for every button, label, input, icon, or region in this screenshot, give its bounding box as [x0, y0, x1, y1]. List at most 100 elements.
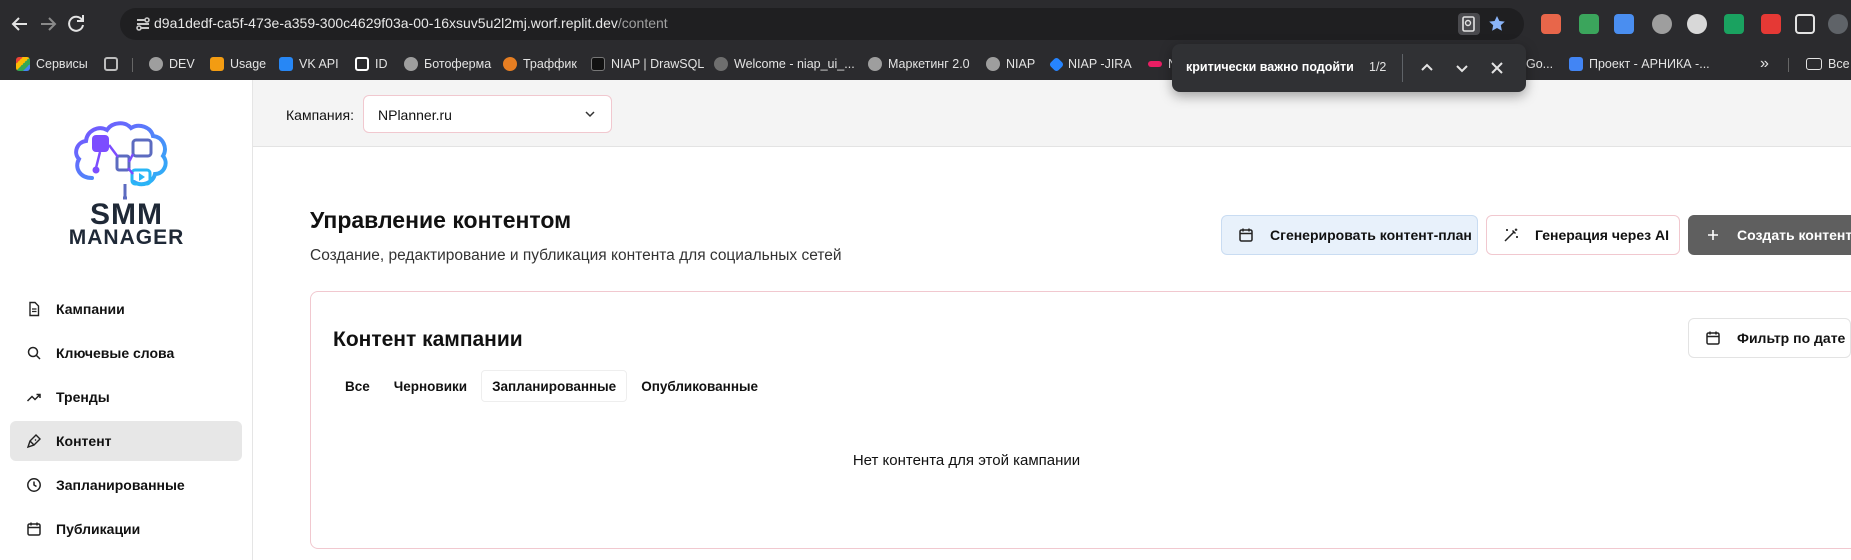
extension-record-icon[interactable]	[1724, 14, 1744, 34]
extension-gift-icon[interactable]	[1761, 14, 1781, 34]
back-button[interactable]	[8, 12, 32, 36]
folder-icon	[1806, 58, 1822, 70]
reload-icon	[68, 15, 84, 32]
bookmark-item[interactable]: Проект - АРНИКА -...	[1569, 54, 1710, 74]
bookmark-item[interactable]: DEV	[149, 54, 195, 74]
bookmark-item[interactable]: Usage	[210, 54, 266, 74]
sidebar-item-scheduled[interactable]: Запланированные	[10, 465, 242, 505]
bookmark-label: Usage	[230, 57, 267, 71]
trending-icon	[26, 393, 41, 402]
address-bar[interactable]: d9a1dedf-ca5f-473e-a359-300c4629f03a-00-…	[120, 8, 1524, 40]
tab-drafts[interactable]: Черновики	[384, 370, 477, 402]
main-content: Управление контентом Создание, редактиро…	[253, 147, 1851, 560]
bookmarks-bar: Сервисы DEV Usage VK API ID Ботоферма Тр	[0, 48, 1851, 80]
campaign-select[interactable]: NPlanner.ru	[363, 95, 612, 133]
find-close-button[interactable]	[1485, 56, 1509, 80]
find-count: 1/2	[1369, 60, 1387, 74]
find-divider	[1402, 54, 1403, 82]
extension-cloud-icon[interactable]	[1687, 14, 1707, 34]
find-previous-button[interactable]	[1415, 56, 1439, 80]
bookmark-item[interactable]: Сервисы	[16, 54, 88, 74]
bookmark-item[interactable]: NIAP	[986, 54, 1035, 74]
apps-grid-icon	[16, 57, 30, 71]
bookmark-star-icon[interactable]	[1486, 13, 1508, 35]
calendar-icon	[1706, 331, 1720, 345]
bookmark-label: Проект - АРНИКА -...	[1589, 57, 1710, 71]
profile-avatar[interactable]	[1828, 14, 1848, 34]
globe-icon	[149, 57, 163, 71]
find-query[interactable]: критически важно подойти	[1186, 60, 1354, 74]
all-bookmarks-folder[interactable]: Все закладки	[1806, 54, 1851, 74]
tab-all[interactable]: Все	[335, 370, 380, 402]
bookmark-label: NIAP -JIRA	[1068, 57, 1132, 71]
ai-generation-button[interactable]: Генерация через AI	[1486, 215, 1680, 255]
generate-content-plan-button[interactable]: Сгенерировать контент-план	[1221, 215, 1478, 255]
content-tabs: Все Черновики Запланированные Опубликова…	[335, 370, 768, 402]
vk-icon	[279, 57, 293, 71]
traffic-icon	[503, 57, 517, 71]
bookmark-item[interactable]	[104, 54, 118, 74]
sidebar: SMM MANAGER Кампании Ключевые слова Трен…	[0, 80, 253, 560]
chevron-up-icon	[1421, 63, 1433, 71]
site-info-icon[interactable]	[134, 15, 152, 33]
create-content-button[interactable]: Создать контент	[1688, 215, 1851, 255]
campaign-label: Кампания:	[286, 107, 354, 123]
link-icon	[1148, 61, 1162, 67]
sidebar-item-label: Запланированные	[56, 477, 185, 493]
close-icon	[1491, 62, 1503, 74]
extension-fox-icon[interactable]	[1541, 14, 1561, 34]
address-row: d9a1dedf-ca5f-473e-a359-300c4629f03a-00-…	[0, 0, 1851, 48]
extension-camera-icon[interactable]	[1652, 14, 1672, 34]
url-path: /content	[617, 15, 668, 31]
bookmark-label: Маркетинг 2.0	[888, 57, 970, 71]
bookmark-item[interactable]: NIAP -JIRA	[1048, 54, 1132, 74]
globe-icon	[404, 57, 418, 71]
bookmark-item[interactable]: Маркетинг 2.0	[868, 54, 970, 74]
jira-icon	[1048, 56, 1065, 72]
github-icon	[714, 57, 728, 71]
bookmark-item[interactable]: Ботоферма	[404, 54, 491, 74]
bookmark-item[interactable]: VK API	[279, 54, 339, 74]
sidebar-item-trends[interactable]: Тренды	[10, 377, 242, 417]
clock-icon	[27, 478, 41, 492]
button-label: Создать контент	[1737, 227, 1851, 243]
find-next-button[interactable]	[1450, 56, 1474, 80]
brain-logo-icon	[74, 121, 168, 200]
sidebar-item-content[interactable]: Контент	[10, 421, 242, 461]
extensions-puzzle-icon[interactable]	[1795, 14, 1815, 34]
bookmark-label: Welcome - niap_ui_...	[734, 57, 855, 71]
forward-button[interactable]	[36, 12, 60, 36]
chevron-down-icon	[1456, 65, 1468, 73]
chevron-down-icon	[585, 111, 595, 118]
bookmark-separator	[1788, 58, 1789, 72]
usage-icon	[210, 57, 224, 71]
chevron-double-right-icon: »	[1760, 55, 1769, 72]
bookmark-item[interactable]: ID	[355, 54, 388, 74]
tab-scheduled[interactable]: Запланированные	[481, 370, 628, 402]
sidebar-item-label: Публикации	[56, 521, 141, 537]
campaign-bar: Кампания: NPlanner.ru	[253, 80, 1851, 147]
bookmark-item[interactable]: Go...	[1526, 54, 1553, 74]
bookmark-item[interactable]: Траффик	[503, 54, 577, 74]
tab-published[interactable]: Опубликованные	[631, 370, 768, 402]
reload-button[interactable]	[64, 12, 88, 36]
find-in-page-icon[interactable]	[1458, 13, 1480, 35]
bookmark-item[interactable]: NIAP | DrawSQL	[591, 54, 704, 74]
sidebar-item-keywords[interactable]: Ключевые слова	[10, 333, 242, 373]
url-text: d9a1dedf-ca5f-473e-a359-300c4629f03a-00-…	[154, 15, 668, 31]
extension-map-icon[interactable]	[1579, 14, 1599, 34]
more-bookmarks-button[interactable]: »	[1760, 54, 1769, 74]
extension-screen-icon[interactable]	[1614, 14, 1634, 34]
sidebar-item-campaigns[interactable]: Кампании	[10, 289, 242, 329]
bookmark-item[interactable]: Welcome - niap_ui_...	[714, 54, 855, 74]
logo-text-manager: MANAGER	[68, 226, 185, 249]
magic-wand-icon	[1504, 228, 1518, 242]
bookmark-label: Go...	[1526, 57, 1554, 71]
sidebar-item-publications[interactable]: Публикации	[10, 509, 242, 549]
campaign-select-value: NPlanner.ru	[378, 107, 452, 123]
date-filter-button[interactable]: Фильтр по дате	[1688, 318, 1851, 358]
button-label: Сгенерировать контент-план	[1270, 227, 1472, 243]
bookmark-label: Сервисы	[36, 57, 88, 71]
bookmark-label: DEV	[169, 57, 195, 71]
bookmark-label: Траффик	[523, 57, 577, 71]
